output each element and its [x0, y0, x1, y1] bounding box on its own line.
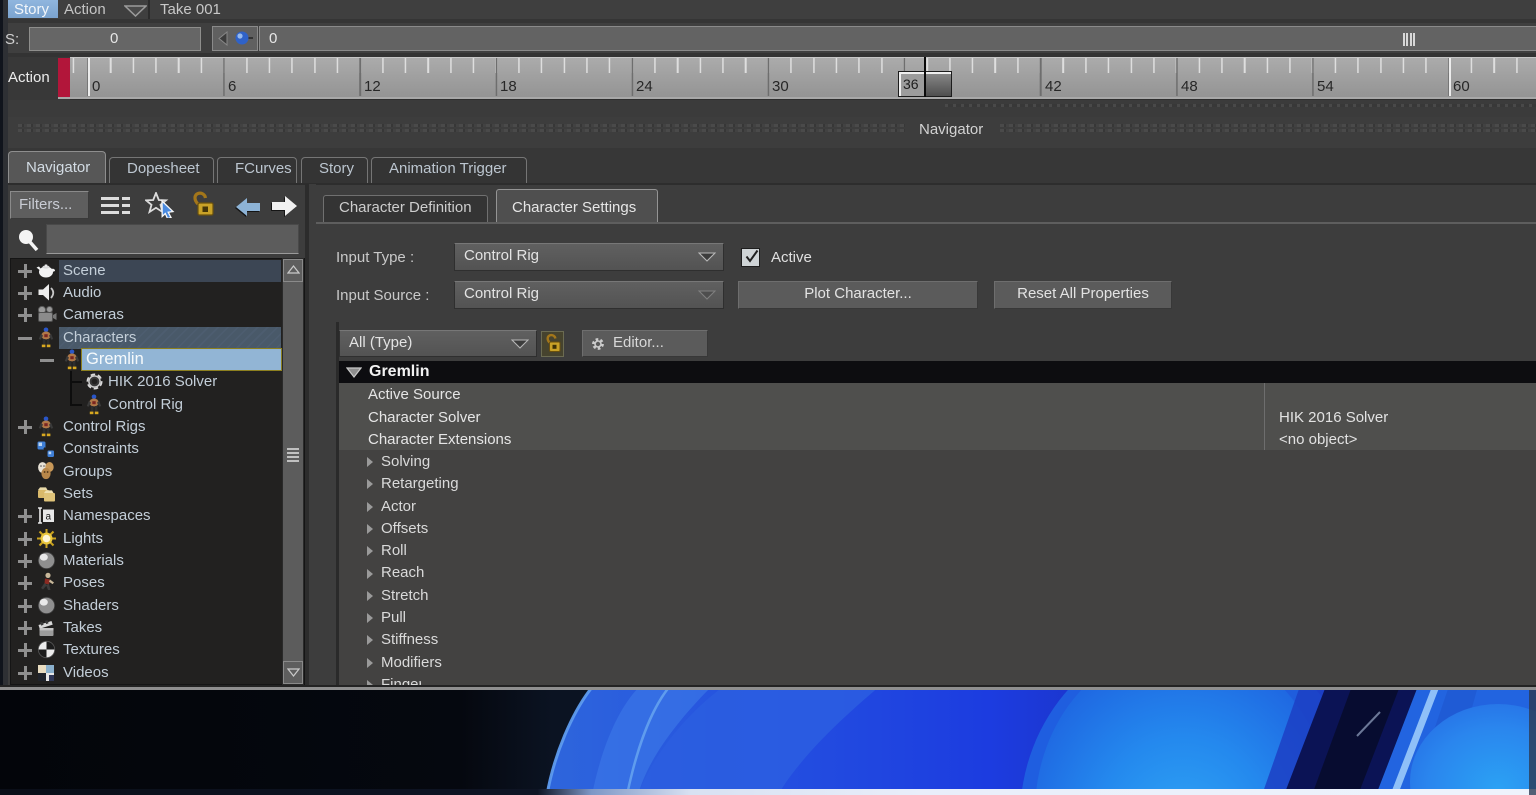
- svg-text:a: a: [46, 512, 52, 523]
